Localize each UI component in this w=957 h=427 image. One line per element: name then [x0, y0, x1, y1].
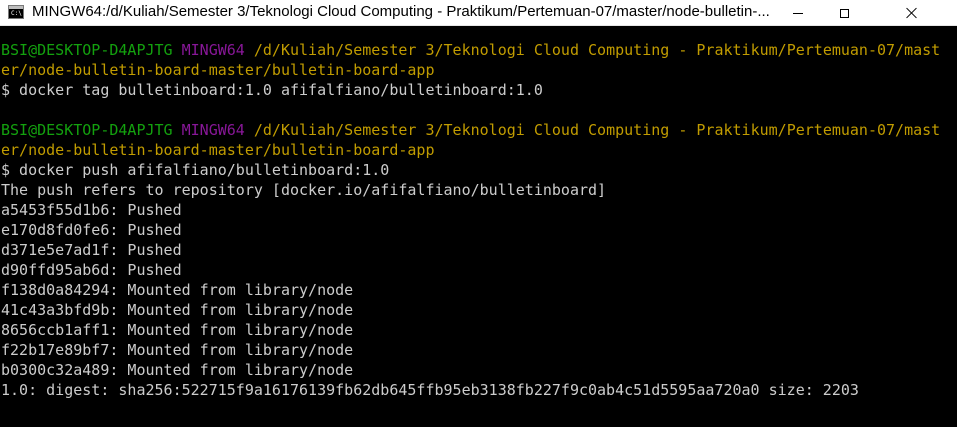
- prompt-user-host: BSI@DESKTOP-D4APJTG: [1, 41, 173, 59]
- output-line: 1.0: digest: sha256:522715f9a16176139fb6…: [1, 381, 859, 399]
- close-button[interactable]: [867, 0, 957, 26]
- maximize-button[interactable]: [821, 0, 867, 26]
- prompt-path: /d/Kuliah/Semester 3/Teknologi Cloud Com…: [253, 121, 941, 139]
- close-icon: [906, 7, 918, 19]
- prompt-shell: MINGW64: [181, 41, 245, 59]
- prompt-path: /d/Kuliah/Semester 3/Teknologi Cloud Com…: [253, 41, 941, 59]
- console-output[interactable]: BSI@DESKTOP-D4APJTG MINGW64 /d/Kuliah/Se…: [0, 40, 957, 427]
- output-line: b0300c32a489: Mounted from library/node: [1, 361, 354, 379]
- prompt-user-host: BSI@DESKTOP-D4APJTG: [1, 121, 173, 139]
- prompt-line: BSI@DESKTOP-D4APJTG MINGW64 /d/Kuliah/Se…: [1, 120, 957, 140]
- terminal-window: C:\ MINGW64:/d/Kuliah/Semester 3/Teknolo…: [0, 0, 957, 427]
- prompt-path-wrap: er/node-bulletin-board-master/bulletin-b…: [1, 61, 435, 79]
- output-line: f138d0a84294: Mounted from library/node: [1, 281, 354, 299]
- output-line: 8656ccb1aff1: Mounted from library/node: [1, 321, 354, 339]
- output-line: 41c43a3bfd9b: Mounted from library/node: [1, 301, 354, 319]
- minimize-icon: [793, 12, 803, 14]
- title-bar[interactable]: C:\ MINGW64:/d/Kuliah/Semester 3/Teknolo…: [0, 0, 957, 26]
- output-line: d371e5e7ad1f: Pushed: [1, 241, 182, 259]
- command-line: $ docker tag bulletinboard:1.0 afifalfia…: [1, 81, 543, 99]
- output-line: a5453f55d1b6: Pushed: [1, 201, 182, 219]
- minimize-button[interactable]: [775, 0, 821, 26]
- output-line: e170d8fd0fe6: Pushed: [1, 221, 182, 239]
- output-line: d90ffd95ab6d: Pushed: [1, 261, 182, 279]
- window-title: MINGW64:/d/Kuliah/Semester 3/Teknologi C…: [32, 3, 770, 20]
- prompt-path-wrap: er/node-bulletin-board-master/bulletin-b…: [1, 141, 435, 159]
- prompt-line: BSI@DESKTOP-D4APJTG MINGW64 /d/Kuliah/Se…: [1, 40, 957, 60]
- terminal-app-icon[interactable]: C:\: [8, 5, 24, 19]
- prompt-shell: MINGW64: [181, 121, 245, 139]
- output-line: f22b17e89bf7: Mounted from library/node: [1, 341, 354, 359]
- command-line: $ docker push afifalfiano/bulletinboard:…: [1, 161, 390, 179]
- maximize-icon: [839, 8, 849, 18]
- output-line: The push refers to repository [docker.io…: [1, 181, 607, 199]
